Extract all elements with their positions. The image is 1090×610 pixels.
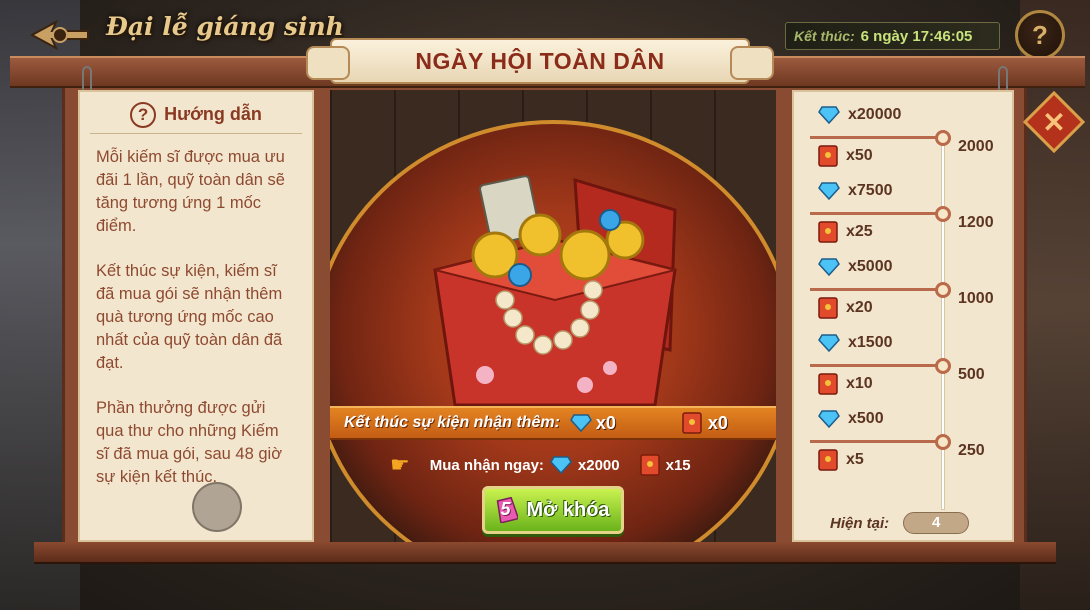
end-reward-envelope-value: x0: [707, 412, 728, 433]
milestone-points: 250: [958, 442, 985, 459]
instant-buy-gem-value: x2000: [577, 456, 620, 474]
red-envelope-icon: [818, 449, 838, 471]
title-plaque: NGÀY HỘI TOÀN DÂN: [306, 38, 774, 84]
diamond-icon: [818, 334, 840, 352]
question-icon: ?: [130, 101, 157, 128]
milestone-dot: [935, 358, 951, 374]
red-envelope-icon: [818, 221, 838, 243]
help-button[interactable]: ?: [1015, 10, 1065, 60]
help-icon: ?: [1032, 19, 1048, 50]
virtual-joystick[interactable]: [192, 482, 242, 532]
current-progress: Hiện tại: 4: [830, 512, 970, 534]
guide-paragraph-3: Phần thưởng được gửi qua thư cho những K…: [96, 399, 283, 486]
unlock-label: Mở khóa: [526, 498, 610, 521]
back-arrow-icon: [30, 20, 89, 50]
milestone-item: x7500 x25 1200: [810, 178, 1010, 248]
milestone-gem-qty: x1500: [848, 334, 893, 351]
milestone-dot: [935, 206, 951, 222]
unlock-button[interactable]: 5 Mở khóa: [482, 486, 624, 534]
red-envelope-icon: [818, 373, 838, 395]
back-button[interactable]: Đại lễ giáng sinh: [18, 6, 344, 58]
milestone-points: 1000: [958, 290, 994, 307]
milestone-dot: [935, 434, 951, 450]
milestone-envelope-qty: x10: [846, 375, 873, 392]
end-event-reward-bar: Kết thúc sự kiện nhận thêm: x0 x0: [330, 406, 776, 440]
diamond-icon: [818, 410, 840, 428]
end-reward-label: Kết thúc sự kiện nhận thêm:: [344, 414, 560, 431]
milestone-points: 500: [958, 366, 985, 383]
milestone-item: x500 x5 250: [810, 406, 1010, 476]
red-envelope-icon: [818, 145, 838, 167]
guide-panel: ? Hướng dẫn Mỗi kiếm sĩ được mua ưu đãi …: [78, 90, 314, 542]
instant-buy-envelope-value: x15: [665, 456, 691, 474]
milestone-gem-qty: x500: [848, 410, 884, 427]
diamond-icon: [818, 106, 840, 124]
diamond-icon: [549, 456, 572, 474]
close-icon[interactable]: ✕: [1032, 100, 1076, 144]
guide-title: Hướng dẫn: [164, 104, 262, 124]
instant-buy-row: ☛ Mua nhận ngay: x2000 x15: [390, 452, 691, 478]
milestone-item: x20000 x50 2000: [810, 102, 1010, 172]
milestone-envelope-qty: x25: [846, 223, 873, 240]
milestone-gem-qty: x5000: [848, 258, 893, 275]
milestone-item: x5000 x20 1000: [810, 254, 1010, 324]
milestone-envelope-qty: x20: [846, 299, 873, 316]
treasure-box-image: [433, 175, 677, 407]
timer-value: 6 ngày 17:46:05: [860, 27, 973, 45]
milestone-gem-qty: x20000: [848, 106, 902, 123]
milestone-gem-qty: x7500: [848, 182, 893, 199]
diamond-icon: [818, 182, 840, 200]
event-title: Đại lễ giáng sinh: [106, 12, 344, 41]
pointing-hand-icon: ☛: [390, 452, 410, 477]
guide-paragraph-1: Mỗi kiếm sĩ được mua ưu đãi 1 lần, quỹ t…: [96, 148, 285, 235]
event-timer: Kết thúc: 6 ngày 17:46:05: [785, 22, 1000, 50]
guide-paragraph-2: Kết thúc sự kiện, kiếm sĩ đã mua gói sẽ …: [96, 262, 283, 372]
milestone-envelope-qty: x50: [846, 147, 873, 164]
milestone-dot: [935, 282, 951, 298]
milestone-points: 1200: [958, 214, 994, 231]
reward-showcase: Kết thúc sự kiện nhận thêm: x0 x0 ☛ Mua …: [330, 90, 776, 542]
timer-label: Kết thúc:: [794, 28, 855, 44]
unlock-cost: 5: [500, 499, 511, 519]
page-title: NGÀY HỘI TOÀN DÂN: [415, 47, 665, 74]
end-reward-gem-value: x0: [595, 412, 616, 433]
current-value: 4: [903, 512, 970, 534]
milestone-points: 2000: [958, 138, 994, 155]
milestone-dot: [935, 130, 951, 146]
red-envelope-icon: [682, 412, 702, 434]
pink-ticket-icon: 5: [496, 496, 520, 524]
red-envelope-icon: [818, 297, 838, 319]
instant-buy-label: Mua nhận ngay:: [429, 456, 544, 474]
guide-header: ? Hướng dẫn: [90, 101, 302, 134]
diamond-icon: [818, 258, 840, 276]
milestone-panel: x20000 x50 2000 x7500 x25 1200 x5000 x20…: [792, 90, 1014, 542]
red-envelope-icon: [639, 454, 660, 476]
frame-bottom-beam: [34, 542, 1056, 564]
milestone-item: x1500 x10 500: [810, 330, 1010, 400]
current-label: Hiện tại:: [830, 514, 890, 532]
diamond-icon: [569, 414, 592, 432]
milestone-envelope-qty: x5: [846, 451, 864, 468]
